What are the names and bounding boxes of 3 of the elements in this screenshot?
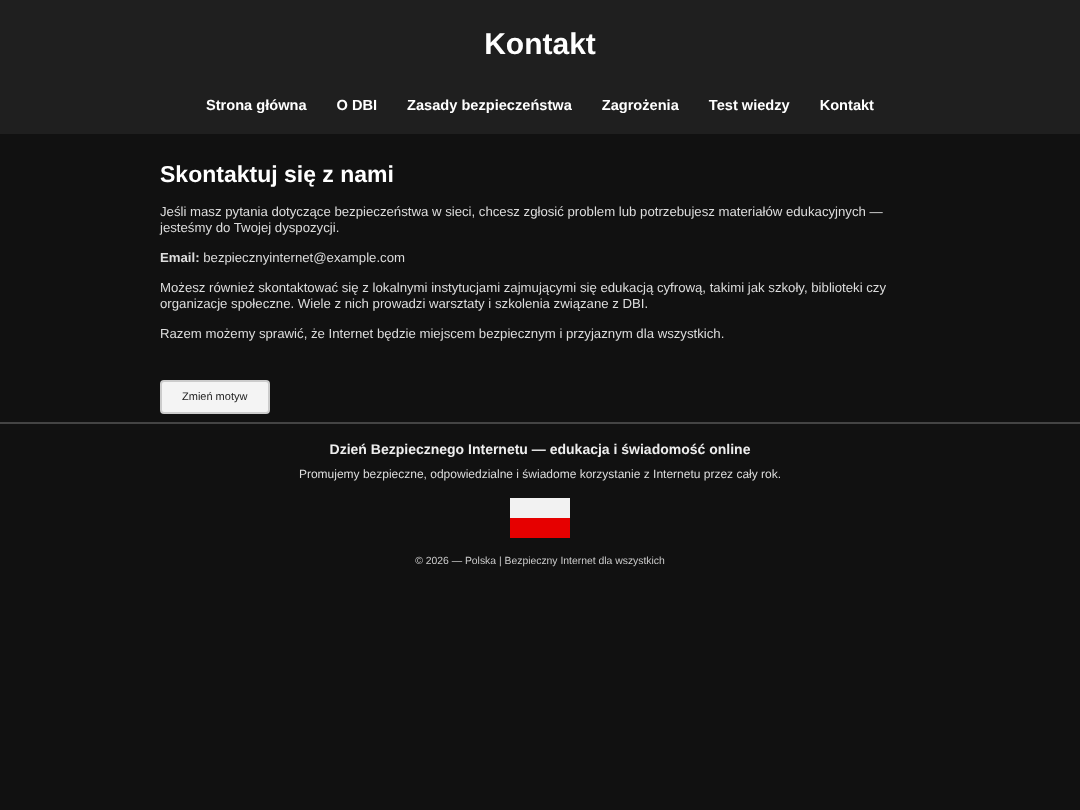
page-title: Kontakt	[484, 28, 596, 64]
section-heading: Skontaktuj się z nami	[160, 164, 396, 188]
flag-icon	[510, 498, 570, 538]
